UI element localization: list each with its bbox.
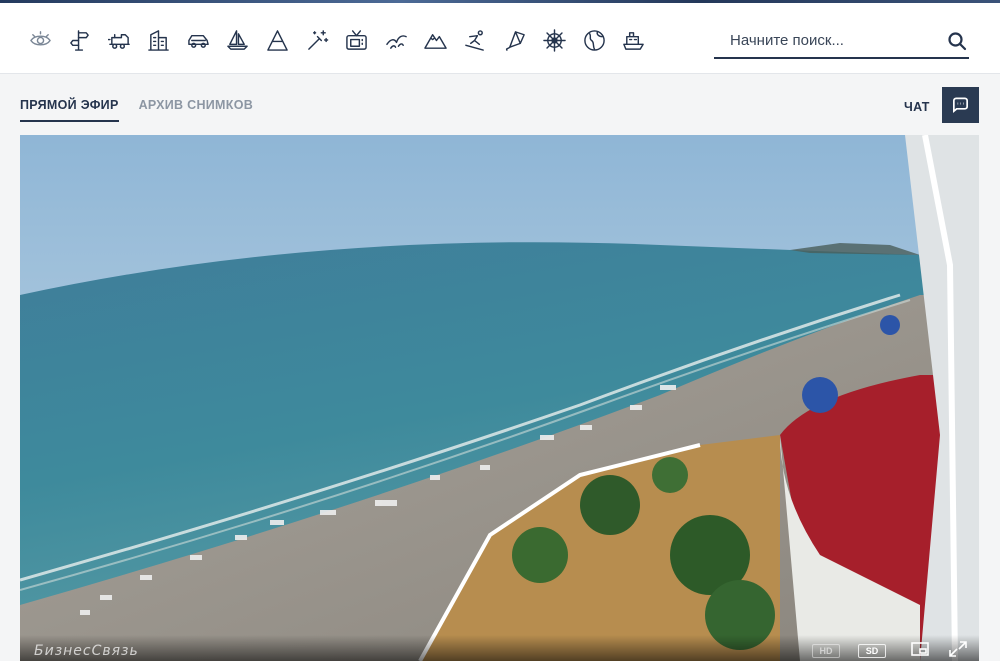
webcam-frame xyxy=(20,135,979,661)
category-icon-bar xyxy=(28,27,662,53)
eye-icon xyxy=(29,30,51,46)
globe-icon xyxy=(584,29,605,51)
car-icon xyxy=(188,34,209,48)
category-train[interactable] xyxy=(107,27,131,53)
tv-icon xyxy=(346,29,368,50)
search-box xyxy=(714,25,969,59)
tab-archive[interactable]: АРХИВ СНИМКОВ xyxy=(139,98,253,122)
skier-icon xyxy=(465,29,484,51)
chat-label[interactable]: ЧАТ xyxy=(904,100,930,114)
kite-icon xyxy=(505,30,525,51)
category-kite[interactable] xyxy=(503,27,527,53)
category-building[interactable] xyxy=(147,27,171,53)
fullscreen-icon xyxy=(949,641,967,657)
category-tv[interactable] xyxy=(345,27,369,53)
search-icon xyxy=(948,32,967,51)
category-globe[interactable] xyxy=(582,27,606,53)
player-controls: БизнесСвязь HD SD xyxy=(20,635,979,661)
picture-in-picture-icon xyxy=(911,642,929,656)
helm-icon xyxy=(543,28,566,52)
fullscreen-button[interactable] xyxy=(948,640,968,658)
watermark-logo: БизнесСвязь xyxy=(34,643,139,659)
search-button[interactable] xyxy=(947,31,967,51)
category-birds[interactable] xyxy=(384,27,408,53)
search-input[interactable] xyxy=(714,25,939,55)
train-icon xyxy=(107,33,130,49)
top-bar xyxy=(0,3,1000,74)
tab-bar: ПРЯМОЙ ЭФИР АРХИВ СНИМКОВ xyxy=(20,98,273,122)
category-ski[interactable] xyxy=(464,27,488,53)
magic-wand-icon xyxy=(307,29,328,50)
picture-in-picture-button[interactable] xyxy=(910,640,930,658)
chat-bubble-icon xyxy=(952,97,969,113)
mountain-peak-icon xyxy=(267,29,288,51)
quality-sd-button[interactable]: SD xyxy=(858,644,886,658)
category-car[interactable] xyxy=(186,27,210,53)
webcam-video-player[interactable]: БизнесСвязь HD SD xyxy=(20,135,979,661)
signpost-icon xyxy=(70,29,89,51)
category-mountains[interactable] xyxy=(424,27,448,53)
category-ship[interactable] xyxy=(622,27,646,53)
category-magic[interactable] xyxy=(305,27,329,53)
category-peak[interactable] xyxy=(266,27,290,53)
chat-button[interactable] xyxy=(942,87,979,123)
sailboat-icon xyxy=(227,29,249,50)
birds-icon xyxy=(386,34,407,49)
quality-hd-button[interactable]: HD xyxy=(812,644,840,658)
building-icon xyxy=(148,29,170,51)
category-sailboat[interactable] xyxy=(226,27,250,53)
category-signpost[interactable] xyxy=(68,27,92,53)
ship-icon xyxy=(623,31,645,50)
mountains-icon xyxy=(424,33,448,49)
category-helm[interactable] xyxy=(543,27,567,53)
tab-live[interactable]: ПРЯМОЙ ЭФИР xyxy=(20,98,119,122)
category-eye[interactable] xyxy=(28,27,52,53)
